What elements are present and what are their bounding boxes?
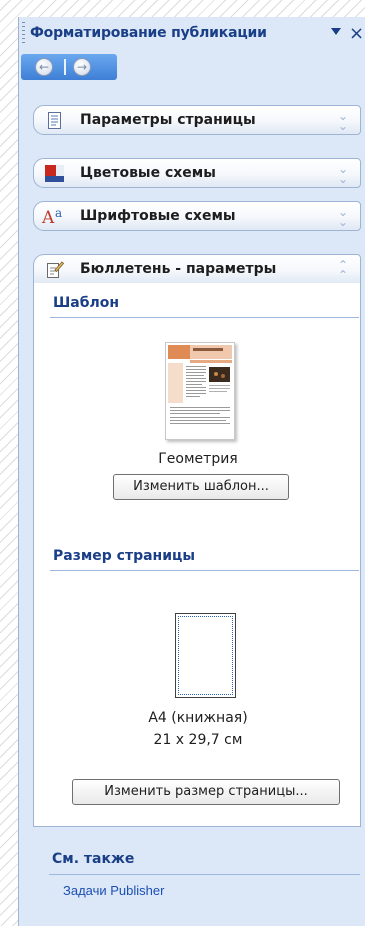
page-size-format: A4 (книжная) <box>148 710 248 726</box>
font-scheme-icon: A a <box>41 206 73 228</box>
template-heading: Шаблон <box>53 295 120 311</box>
see-also-heading: См. также <box>52 851 135 867</box>
page-size-thumbnail[interactable] <box>175 613 236 698</box>
drag-grip[interactable] <box>22 22 25 46</box>
forward-arrow-icon[interactable]: → <box>73 58 91 76</box>
section-font-schemes[interactable]: A a Шрифтовые схемы ⌄ ⌄ <box>33 201 361 231</box>
close-icon[interactable]: × <box>349 22 364 46</box>
task-pane-titlebar: Форматирование публикации × <box>19 17 365 53</box>
divider <box>50 570 359 571</box>
page-size-dimensions: 21 x 29,7 см <box>153 732 243 748</box>
divider <box>50 317 359 318</box>
section-page-options-label: Параметры страницы <box>80 112 256 128</box>
page-icon <box>45 112 64 129</box>
template-name: Геометрия <box>158 451 238 467</box>
page-margin-guides <box>178 616 233 695</box>
svg-text:A: A <box>41 208 55 226</box>
section-color-schemes-label: Цветовые схемы <box>80 165 216 181</box>
change-template-button[interactable]: Изменить шаблон... <box>113 474 289 500</box>
chevron-up-icon: ⌃ ⌃ <box>337 258 348 282</box>
back-arrow-icon[interactable]: ← <box>35 58 53 76</box>
page-size-heading: Размер страницы <box>53 548 196 564</box>
section-page-options[interactable]: Параметры страницы ⌄ ⌄ <box>33 105 361 135</box>
template-thumbnail[interactable] <box>165 342 235 440</box>
section-newsletter-options-label: Бюллетень - параметры <box>80 261 277 277</box>
chevron-down-icon: ⌄ ⌄ <box>337 109 348 133</box>
nav-separator <box>64 59 66 75</box>
newsletter-icon <box>45 261 65 278</box>
publisher-tasks-link[interactable]: Задачи Publisher <box>63 883 164 898</box>
task-pane-title: Форматирование публикации <box>30 25 267 41</box>
newsletter-options-panel: Шаблон Геометрия Изменить шаблон... Разм… <box>33 283 361 827</box>
chevron-down-icon: ⌄ ⌄ <box>337 162 348 186</box>
divider <box>49 874 360 875</box>
chevron-down-icon: ⌄ ⌄ <box>337 205 348 229</box>
svg-text:a: a <box>55 206 62 220</box>
task-pane: Форматирование публикации × ← → Параметр… <box>18 17 365 926</box>
navigation-bar: ← → <box>21 54 117 80</box>
color-scheme-icon <box>45 165 64 182</box>
section-color-schemes[interactable]: Цветовые схемы ⌄ ⌄ <box>33 158 361 188</box>
section-newsletter-options[interactable]: Бюллетень - параметры ⌃ ⌃ <box>33 254 361 284</box>
change-page-size-button[interactable]: Изменить размер страницы... <box>72 779 340 805</box>
section-font-schemes-label: Шрифтовые схемы <box>80 208 236 224</box>
pane-menu-arrow-icon[interactable] <box>331 28 341 35</box>
